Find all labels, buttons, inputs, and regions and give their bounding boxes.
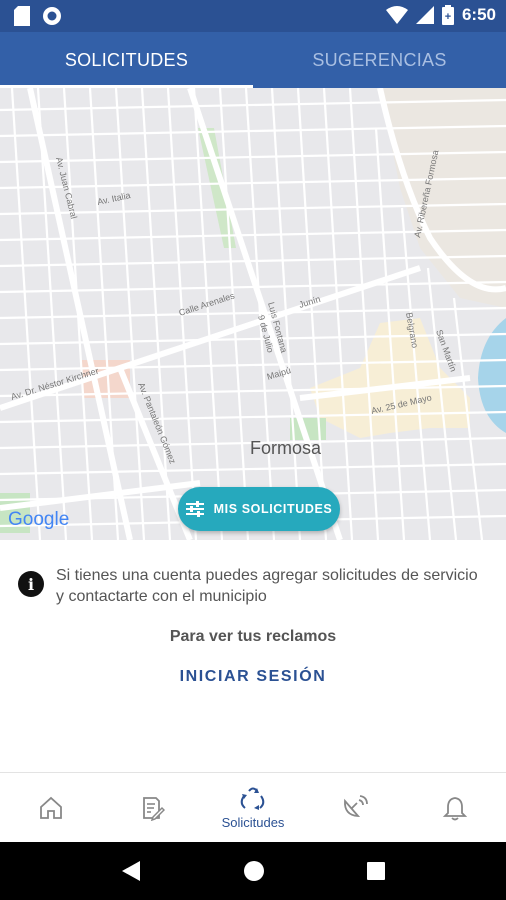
tab-sugerencias[interactable]: SUGERENCIAS	[253, 32, 506, 88]
mis-solicitudes-button[interactable]: MIS SOLICITUDES	[178, 487, 340, 531]
system-navigation-bar	[0, 842, 506, 900]
record-icon	[43, 7, 61, 25]
document-edit-icon	[142, 796, 165, 821]
status-bar: + 6:50	[0, 0, 506, 32]
nav-documents[interactable]	[101, 773, 202, 842]
mis-solicitudes-label: MIS SOLICITUDES	[213, 502, 333, 516]
status-time: 6:50	[461, 5, 496, 24]
tab-solicitudes[interactable]: SOLICITUDES	[0, 32, 253, 88]
login-prompt: Para ver tus reclamos	[169, 628, 337, 645]
app-root: + 6:50 SOLICITUDES SUGERENCIAS Av. Juan …	[0, 0, 506, 900]
filter-sliders-icon	[185, 501, 204, 517]
nav-solicitudes[interactable]: Solicitudes	[202, 773, 303, 842]
login-button[interactable]: INICIAR SESIÓN	[0, 668, 506, 686]
map-canvas: Av. Juan Cabral Av. Italia Calle Arenale…	[0, 88, 506, 540]
satellite-dish-icon	[344, 794, 369, 817]
bottom-navigation: Solicitudes	[0, 772, 506, 842]
recycle-icon	[240, 787, 265, 810]
recents-icon[interactable]	[366, 861, 386, 881]
nav-satellite[interactable]	[304, 773, 405, 842]
sd-card-icon	[14, 6, 30, 26]
bell-icon	[443, 796, 468, 820]
google-logo: Google	[8, 509, 69, 530]
map-city-label: Formosa	[250, 438, 322, 458]
info-text: Si tienes una cuenta puedes agregar soli…	[56, 567, 478, 605]
info-message: i Si tienes una cuenta puedes agregar so…	[18, 565, 488, 607]
wifi-icon	[385, 6, 408, 24]
nav-notifications[interactable]	[405, 773, 506, 842]
home-circle-icon[interactable]	[243, 860, 265, 882]
signal-icon	[415, 6, 434, 24]
back-icon[interactable]	[120, 860, 142, 882]
info-icon: i	[18, 571, 44, 597]
home-icon	[39, 796, 62, 819]
map-view[interactable]: Av. Juan Cabral Av. Italia Calle Arenale…	[0, 88, 506, 540]
battery-icon: +	[441, 5, 454, 25]
tab-bar: SOLICITUDES SUGERENCIAS	[0, 32, 506, 88]
nav-solicitudes-label: Solicitudes	[221, 814, 285, 830]
svg-text:+: +	[445, 11, 451, 23]
nav-home[interactable]	[0, 773, 101, 842]
